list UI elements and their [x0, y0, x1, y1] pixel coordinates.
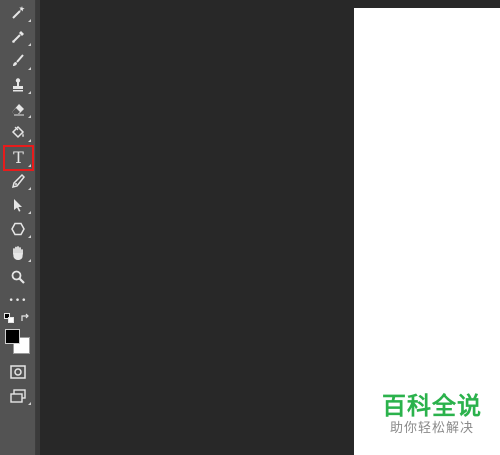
hand-icon	[13, 246, 23, 260]
tool-group-indicator	[28, 211, 31, 214]
zoom-tool[interactable]	[4, 266, 32, 288]
tool-group-indicator	[28, 235, 31, 238]
paint-bucket-tool[interactable]	[4, 122, 32, 144]
eraser-icon	[12, 104, 24, 116]
tool-group-indicator	[28, 43, 31, 46]
tool-group-indicator	[28, 402, 31, 405]
magic-wand-icon	[12, 6, 25, 19]
quick-mask-icon	[10, 365, 26, 379]
eyedropper-tool[interactable]	[4, 26, 32, 48]
screen-mode-icon	[10, 389, 26, 403]
brush-tool[interactable]	[4, 50, 32, 72]
watermark-subtitle: 助你轻松解决	[389, 421, 474, 436]
type-tool-icon: T	[13, 148, 24, 167]
watermark-title: 百科全说	[382, 392, 482, 420]
clone-stamp-icon	[13, 78, 23, 92]
tools-panel: T •••	[0, 0, 36, 455]
foreground-color-swatch[interactable]	[5, 329, 20, 344]
document-canvas[interactable]	[354, 8, 500, 455]
edit-toolbar-button[interactable]: •••	[4, 290, 32, 312]
magic-wand-tool[interactable]	[4, 2, 32, 24]
tool-group-indicator	[28, 259, 31, 262]
tool-group-indicator	[28, 115, 31, 118]
pen-tool[interactable]	[4, 170, 32, 192]
swap-arrows-icon	[21, 313, 29, 321]
default-colors-icon	[4, 313, 14, 323]
watermark-logo: 百科全说 助你轻松解决	[372, 392, 492, 438]
type-tool[interactable]: T	[3, 145, 34, 171]
tool-group-indicator	[28, 139, 31, 142]
clone-stamp-tool[interactable]	[4, 74, 32, 96]
eyedropper-icon	[12, 31, 24, 43]
path-selection-tool[interactable]	[4, 194, 32, 216]
tool-group-indicator	[28, 91, 31, 94]
shape-icon	[11, 222, 25, 236]
shape-tool[interactable]	[4, 218, 32, 240]
quick-mask-button[interactable]	[4, 361, 32, 383]
tool-group-indicator	[28, 19, 31, 22]
more-tools-icon: •••	[8, 296, 28, 306]
hand-tool[interactable]	[4, 242, 32, 264]
zoom-icon	[11, 270, 25, 284]
paint-bucket-icon	[11, 125, 25, 139]
swap-colors-button[interactable]	[18, 311, 32, 325]
pen-icon	[11, 173, 25, 189]
brush-icon	[13, 54, 24, 66]
eraser-tool[interactable]	[4, 98, 32, 120]
screen-mode-button[interactable]	[4, 385, 32, 407]
tool-group-indicator	[28, 164, 31, 167]
tool-group-indicator	[28, 187, 31, 190]
path-selection-icon	[14, 199, 22, 212]
default-colors-button[interactable]	[2, 311, 16, 325]
tool-group-indicator	[28, 67, 31, 70]
